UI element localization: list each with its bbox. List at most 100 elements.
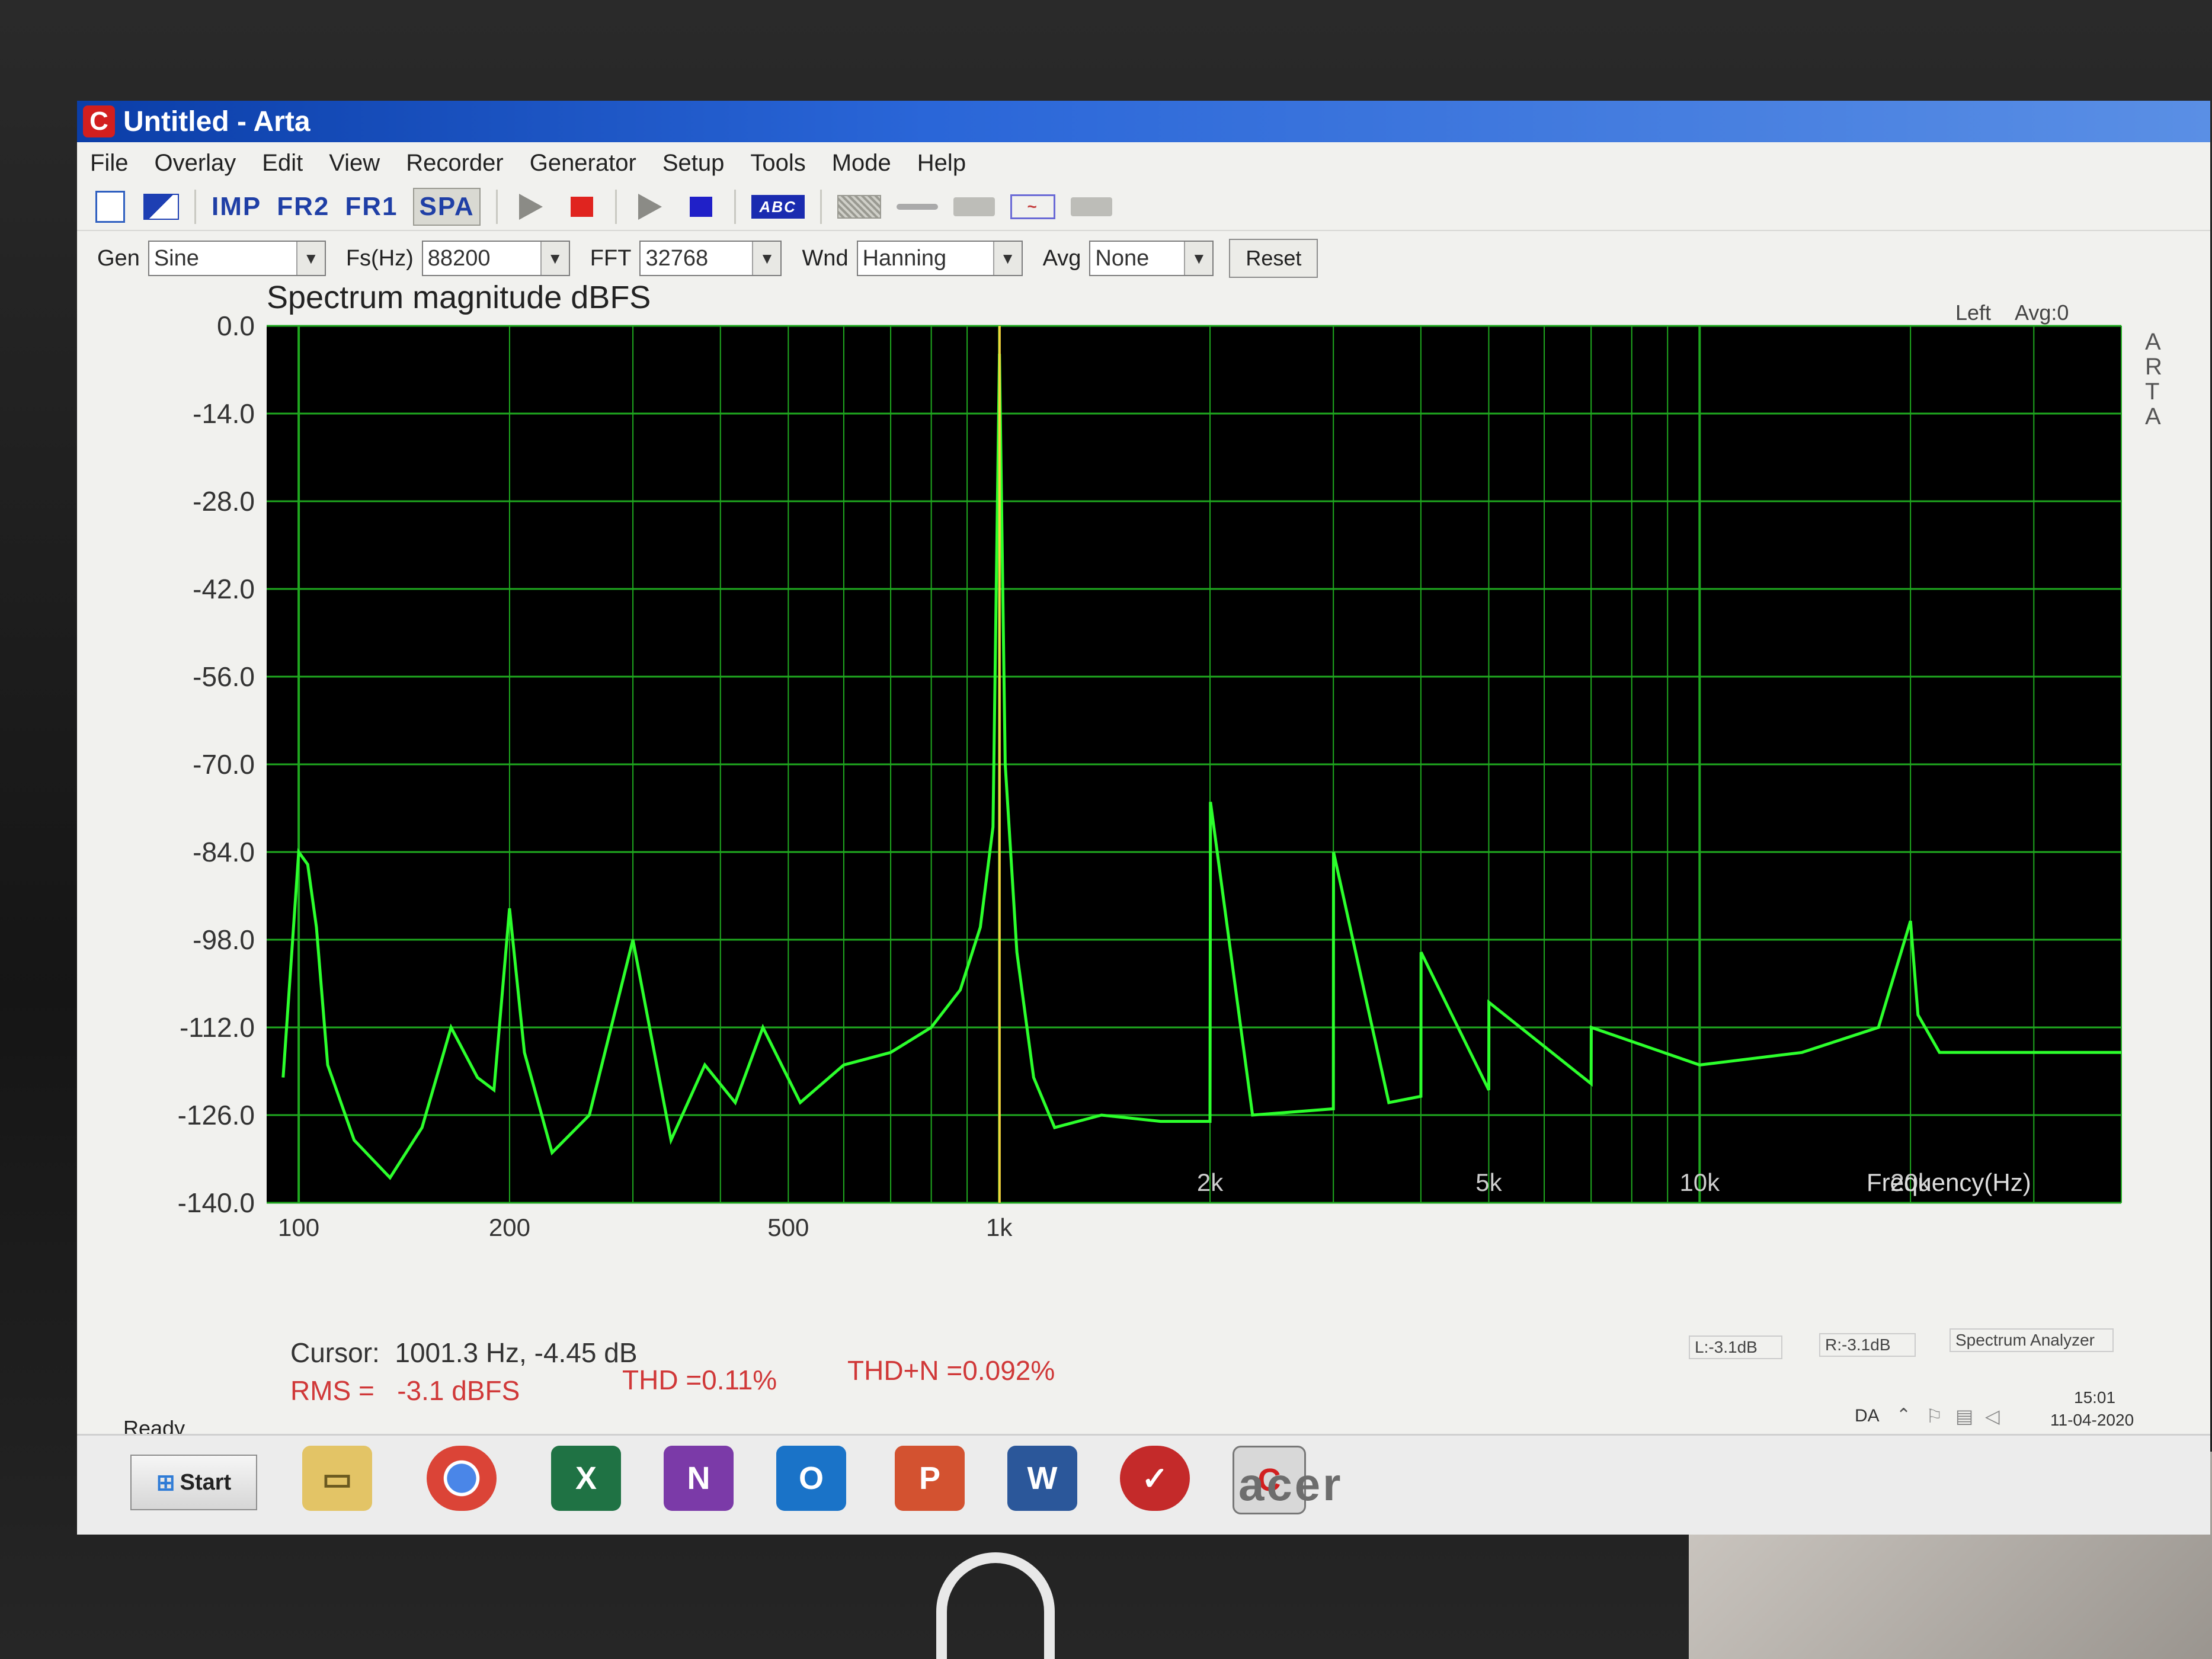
chevron-down-icon: ▼	[540, 242, 569, 275]
wave-icon: ~	[1010, 194, 1055, 219]
gen-label: Gen	[97, 245, 140, 271]
start-button[interactable]: ⊞ Start	[130, 1455, 257, 1510]
fr2-mode-button[interactable]: FR2	[277, 189, 329, 225]
x-tick-label: 500	[767, 1213, 809, 1241]
fft-value: 32768	[645, 245, 709, 271]
spa-mode-button[interactable]: SPA	[413, 188, 481, 226]
y-tick-label: -70.0	[193, 749, 255, 780]
wnd-label: Wnd	[802, 245, 849, 271]
excel-icon[interactable]: X	[551, 1446, 621, 1511]
language-indicator[interactable]: DA	[1855, 1406, 1880, 1426]
avg-value: None	[1095, 245, 1150, 271]
mode-readout: Spectrum Analyzer	[1949, 1328, 2114, 1352]
slider-button[interactable]	[896, 189, 938, 225]
arta-logo-icon: C	[83, 105, 115, 137]
y-axis-ticks: 0.0 -14.0 -28.0 -42.0 -56.0 -70.0 -84.0 -98.0 -1…	[178, 310, 255, 1218]
network-icon[interactable]: ▤	[1955, 1405, 1973, 1427]
x-tick-label: 5k	[1475, 1168, 1502, 1196]
copy-icon	[95, 191, 125, 223]
screen: C Untitled - Arta File Overlay Edit View…	[77, 101, 2210, 1535]
menu-file[interactable]: File	[90, 150, 128, 177]
fs-select[interactable]: 88200 ▼	[421, 241, 570, 276]
arta-watermark: ARTA	[2145, 329, 2162, 430]
reset-button[interactable]: Reset	[1229, 239, 1318, 278]
menu-edit[interactable]: Edit	[262, 150, 303, 177]
toolbar-separator	[495, 190, 498, 224]
fft-select[interactable]: 32768 ▼	[639, 241, 782, 276]
windows-logo-icon: ⊞	[156, 1470, 175, 1495]
title-bar[interactable]: C Untitled - Arta	[77, 101, 2210, 142]
left-level-readout: L:-3.1dB	[1689, 1335, 1782, 1359]
imp-mode-button[interactable]: IMP	[212, 189, 261, 225]
window-title: Untitled - Arta	[123, 105, 310, 137]
toolbar-separator	[614, 190, 617, 224]
start-label: Start	[180, 1469, 232, 1495]
chevron-down-icon: ▼	[752, 242, 781, 275]
tray-up-icon[interactable]: ⌃	[1896, 1405, 1911, 1426]
record-play-button[interactable]	[632, 189, 668, 225]
toolbar-settings: Gen Sine ▼ Fs(Hz) 88200 ▼ FFT 32768 ▼ Wn…	[77, 233, 2210, 283]
menu-mode[interactable]: Mode	[832, 150, 891, 177]
app-window: C Untitled - Arta File Overlay Edit View…	[77, 101, 2210, 1440]
menu-recorder[interactable]: Recorder	[406, 150, 504, 177]
word-icon[interactable]: W	[1007, 1446, 1077, 1511]
x-axis-label: Frequency(Hz)	[1867, 1168, 2031, 1196]
avg-select[interactable]: None ▼	[1089, 241, 1214, 276]
chevron-down-icon: ▼	[296, 242, 325, 275]
outlook-icon[interactable]: O	[776, 1446, 846, 1511]
hatch-button[interactable]	[837, 189, 881, 225]
menu-bar: File Overlay Edit View Recorder Generato…	[77, 143, 2210, 182]
menu-view[interactable]: View	[329, 150, 380, 177]
y-tick-label: -98.0	[193, 924, 255, 955]
y-tick-label: -126.0	[178, 1100, 255, 1130]
readout-panel: Cursor: 1001.3 Hz, -4.45 dB RMS = -3.1 d…	[77, 1328, 2210, 1434]
powerpoint-icon[interactable]: P	[895, 1446, 965, 1511]
chart-title: Spectrum magnitude dBFS	[267, 280, 651, 315]
play-icon	[518, 194, 543, 220]
gray-button[interactable]	[953, 189, 995, 225]
stop-square-icon	[689, 197, 712, 217]
x-tick-label: 10k	[1679, 1168, 1720, 1196]
play-button[interactable]	[513, 189, 549, 225]
fr1-mode-button[interactable]: FR1	[345, 189, 398, 225]
thd-readout: THD =0.11%	[622, 1365, 777, 1395]
toolbar-separator	[820, 190, 822, 224]
rounded-rectangle-icon	[1070, 197, 1112, 216]
menu-generator[interactable]: Generator	[530, 150, 636, 177]
x-tick-label: 1k	[986, 1213, 1013, 1241]
right-level-readout: R:-3.1dB	[1819, 1333, 1916, 1357]
avg-count-label: Avg:0	[2015, 300, 2069, 325]
wnd-select[interactable]: Hanning ▼	[856, 241, 1023, 276]
menu-help[interactable]: Help	[917, 150, 966, 177]
menu-tools[interactable]: Tools	[750, 150, 805, 177]
flag-icon[interactable]: ⚐	[1926, 1405, 1943, 1427]
record-stop-button[interactable]	[683, 189, 719, 225]
y-tick-label: -14.0	[193, 398, 255, 429]
window-icon	[143, 194, 179, 220]
y-tick-label: -112.0	[180, 1012, 255, 1043]
stop-button[interactable]	[564, 189, 600, 225]
thdn-readout: THD+N =0.092%	[847, 1355, 1055, 1386]
onenote-icon[interactable]: N	[664, 1446, 734, 1511]
toolbar-separator	[194, 190, 196, 224]
gen-select[interactable]: Sine ▼	[148, 241, 326, 276]
channel-label: Left	[1955, 300, 1991, 325]
ev-app-icon[interactable]: ✓	[1120, 1446, 1190, 1511]
window-button[interactable]	[143, 189, 179, 225]
x-tick-label: 200	[489, 1213, 530, 1241]
toolbar-main: IMP FR2 FR1 SPA ABC ~	[77, 184, 2210, 231]
clock-time[interactable]: 15:01	[2074, 1388, 2115, 1407]
gray-button-2[interactable]	[1070, 189, 1112, 225]
clock-date[interactable]: 11-04-2020	[2050, 1411, 2134, 1430]
copy-button[interactable]	[92, 189, 128, 225]
wnd-value: Hanning	[862, 245, 947, 271]
menu-setup[interactable]: Setup	[662, 150, 725, 177]
spectrum-chart[interactable]: Spectrum magnitude dBFS 0.0 -14.0 -28.0 -42…	[77, 278, 2210, 1333]
abc-button[interactable]: ABC	[751, 189, 805, 225]
volume-icon[interactable]: ◁	[1985, 1405, 2000, 1427]
file-explorer-icon[interactable]: ▭	[302, 1446, 372, 1511]
chrome-icon[interactable]	[427, 1446, 497, 1511]
menu-overlay[interactable]: Overlay	[154, 150, 236, 177]
gen-value: Sine	[153, 245, 199, 271]
wave-button[interactable]: ~	[1010, 189, 1055, 225]
